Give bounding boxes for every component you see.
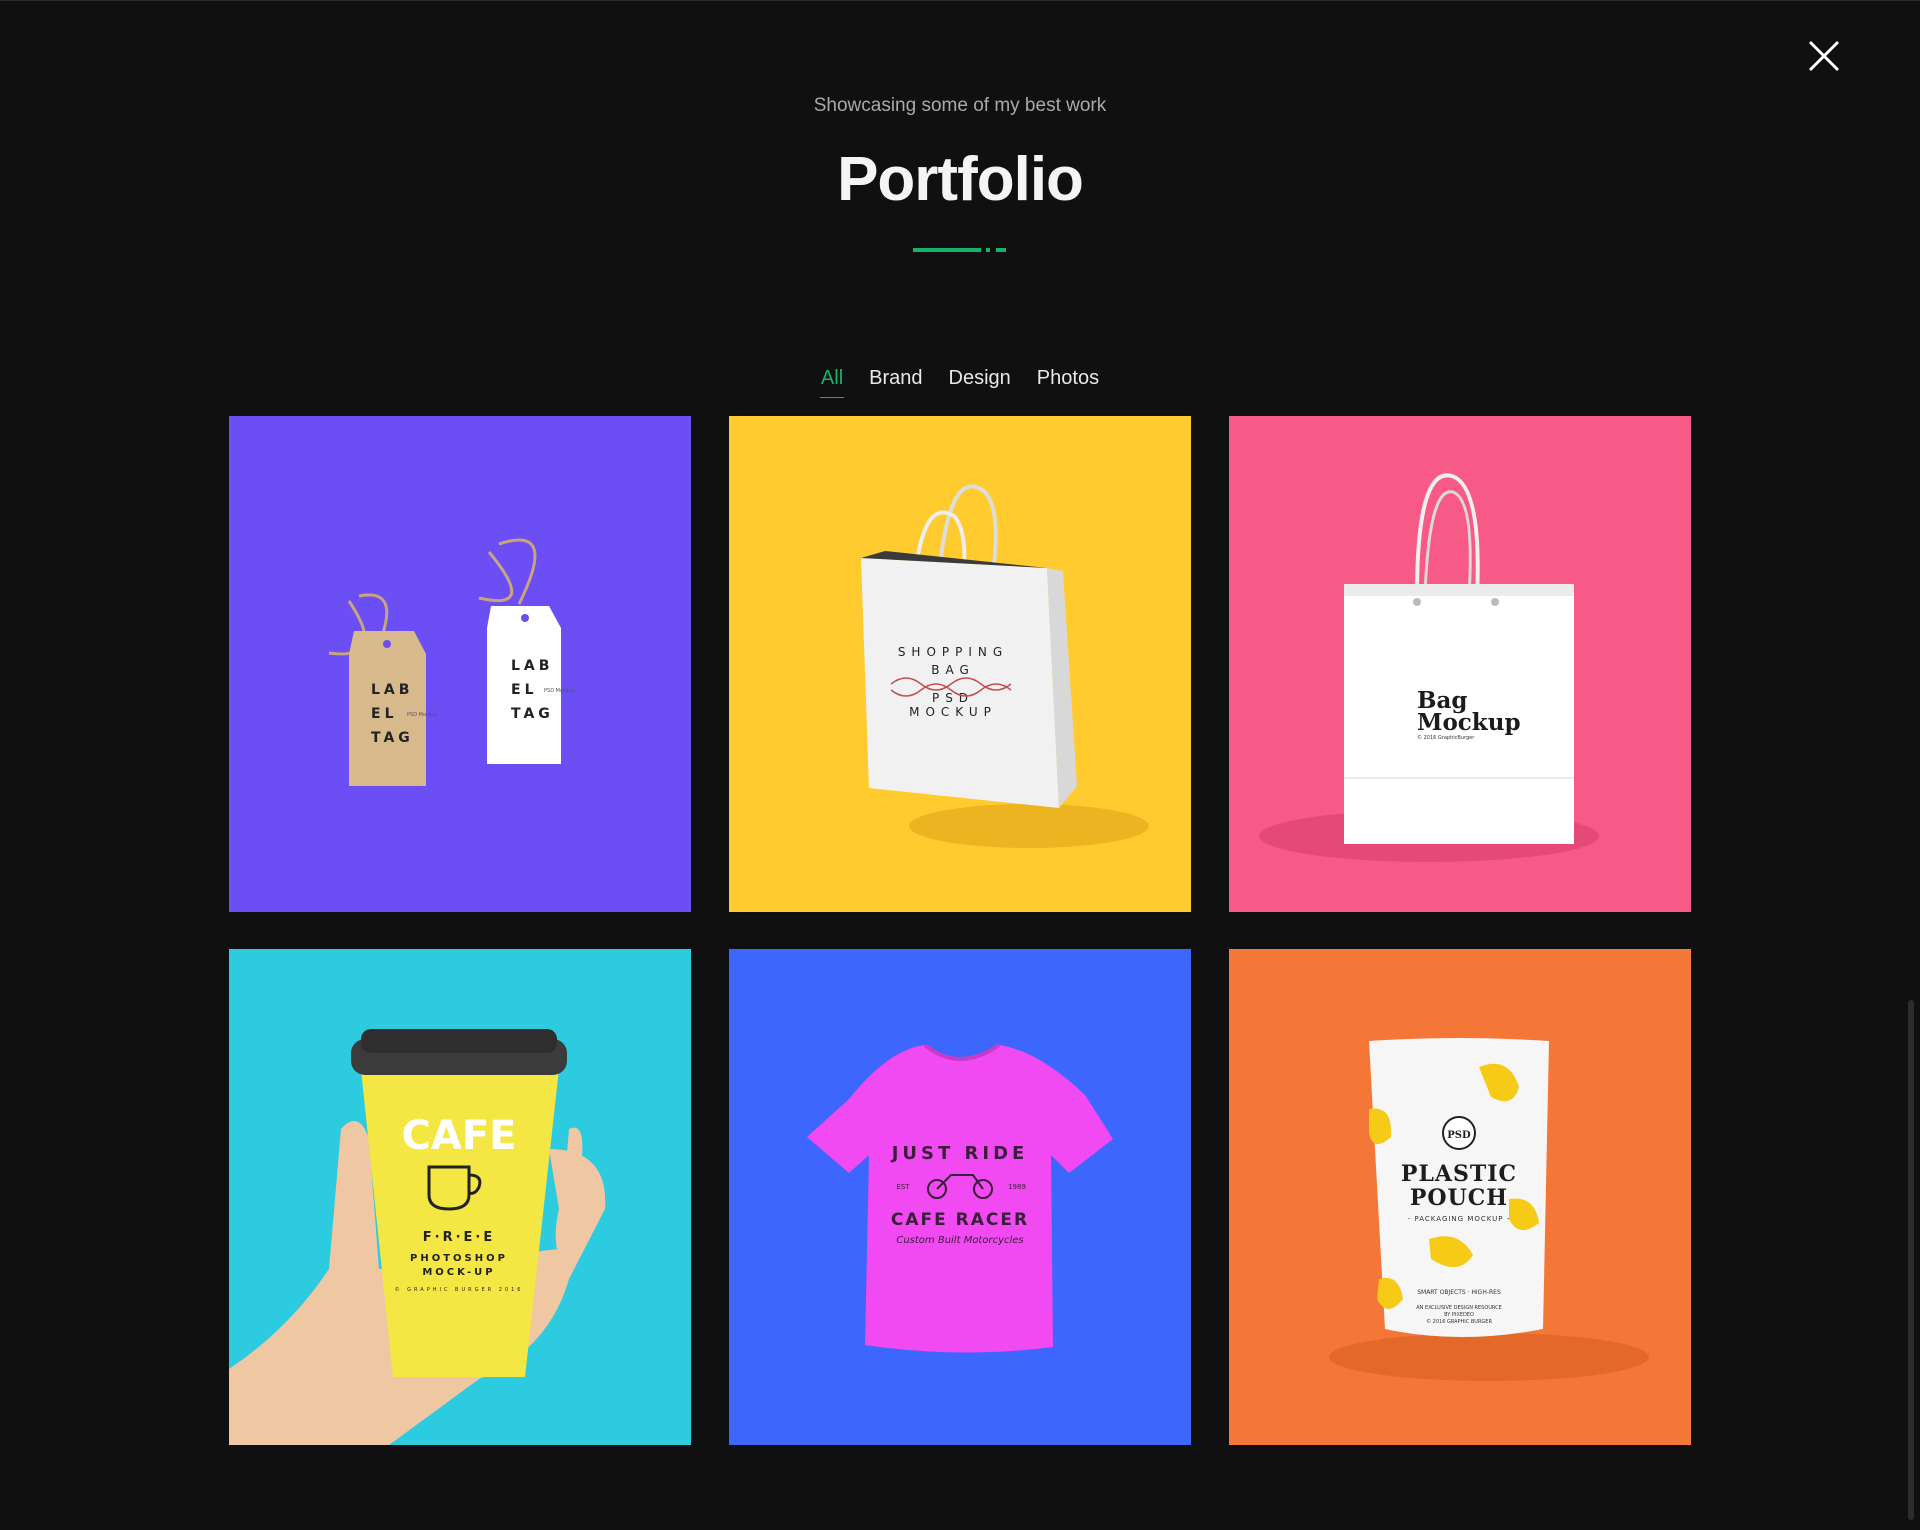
cup-text-free: F·R·E·E (423, 1230, 495, 1245)
t-shirt-image: JUST RIDE CAFE RACER Custom Built Motorc… (729, 949, 1191, 1445)
portfolio-grid: LAB EL TAG LAB EL TAG PSD Mockup PSD Moc… (229, 416, 1691, 1445)
title-divider (913, 248, 1006, 252)
tshirt-text-year: 1989 (1008, 1183, 1026, 1191)
pouch-text-by: BY PIXEDEO (1444, 1312, 1474, 1318)
cup-text-credit: © GRAPHIC BURGER 2016 (395, 1286, 524, 1293)
tile-background (229, 416, 691, 912)
cup-text-mockup: MOCK-UP (422, 1267, 495, 1278)
tag-small-2: PSD Mockup (544, 688, 575, 694)
cup-text-cafe: CAFE (402, 1113, 517, 1159)
portfolio-item-shopping-bag[interactable]: SHOPPING BAG MOCKUP PSD (729, 416, 1191, 912)
bag-text-bag: BAG (931, 663, 975, 677)
section-title: Portfolio (837, 145, 1084, 214)
tag-text-2c: TAG (511, 706, 554, 722)
tag-text-2a: LAB (511, 658, 553, 674)
bag-text-mockup: MOCKUP (909, 705, 997, 719)
section-subtitle: Showcasing some of my best work (813, 95, 1107, 116)
section-header: Showcasing some of my best work Portfoli… (0, 92, 1920, 220)
pouch-text-smart: SMART OBJECTS · HIGH-RES (1417, 1289, 1501, 1296)
bag-mockup-image: Bag Mockup © 2016 GraphicBurger (1229, 416, 1691, 912)
bag-mockup-title-2: Mockup (1417, 709, 1521, 736)
filter-photos[interactable]: Photos (1036, 364, 1100, 398)
pouch-text-exclusive: AN EXCLUSIVE DESIGN RESOURCE (1416, 1305, 1502, 1311)
tshirt-text-just-ride: JUST RIDE (890, 1143, 1029, 1164)
tag-small-1: PSD Mockup (407, 712, 438, 718)
tshirt-text-cafe-racer: CAFE RACER (891, 1210, 1029, 1230)
pouch-text-pouch: POUCH (1410, 1185, 1508, 1211)
filter-all[interactable]: All (819, 364, 845, 398)
coffee-cup-image: CAFE F·R·E·E PHOTOSHOP MOCK-UP © GRAPHIC… (229, 949, 691, 1445)
shopping-bag-image: SHOPPING BAG MOCKUP PSD (729, 416, 1191, 912)
portfolio-item-coffee-cup[interactable]: CAFE F·R·E·E PHOTOSHOP MOCK-UP © GRAPHIC… (229, 949, 691, 1445)
bag-mockup-credit: © 2016 GraphicBurger (1417, 734, 1475, 741)
close-icon[interactable] (1806, 38, 1842, 74)
bag-text-psd: PSD (932, 691, 974, 705)
tag-text-1c: TAG (371, 730, 414, 746)
label-tag-image: LAB EL TAG LAB EL TAG PSD Mockup PSD Moc… (229, 416, 691, 912)
pouch-text-plastic: PLASTIC (1401, 1161, 1517, 1187)
plastic-pouch-image: PSD PLASTIC POUCH - PACKAGING MOCKUP - S… (1229, 949, 1691, 1445)
tshirt-text-est: EST (896, 1183, 910, 1191)
filter-design[interactable]: Design (948, 364, 1012, 398)
pouch-text-packaging: - PACKAGING MOCKUP - (1408, 1215, 1511, 1223)
tag-text-1b: EL (371, 706, 397, 722)
portfolio-item-label-tag[interactable]: LAB EL TAG LAB EL TAG PSD Mockup PSD Moc… (229, 416, 691, 912)
bag-text-shopping: SHOPPING (898, 645, 1008, 659)
portfolio-item-plastic-pouch[interactable]: PSD PLASTIC POUCH - PACKAGING MOCKUP - S… (1229, 949, 1691, 1445)
filter-brand[interactable]: Brand (868, 364, 923, 398)
portfolio-item-bag-mockup[interactable]: Bag Mockup © 2016 GraphicBurger (1229, 416, 1691, 912)
top-rule (0, 0, 1920, 1)
tag-text-1a: LAB (371, 682, 413, 698)
tshirt-text-custom: Custom Built Motorcycles (896, 1235, 1023, 1246)
portfolio-filters: All Brand Design Photos (0, 364, 1920, 398)
pouch-text-psd: PSD (1447, 1130, 1471, 1141)
pouch-text-credit: © 2016 GRAPHIC BURGER (1426, 1318, 1492, 1325)
portfolio-item-t-shirt[interactable]: JUST RIDE CAFE RACER Custom Built Motorc… (729, 949, 1191, 1445)
tag-text-2b: EL (511, 682, 537, 698)
page-scrollbar[interactable] (1908, 1000, 1914, 1520)
cup-text-photoshop: PHOTOSHOP (410, 1253, 508, 1264)
